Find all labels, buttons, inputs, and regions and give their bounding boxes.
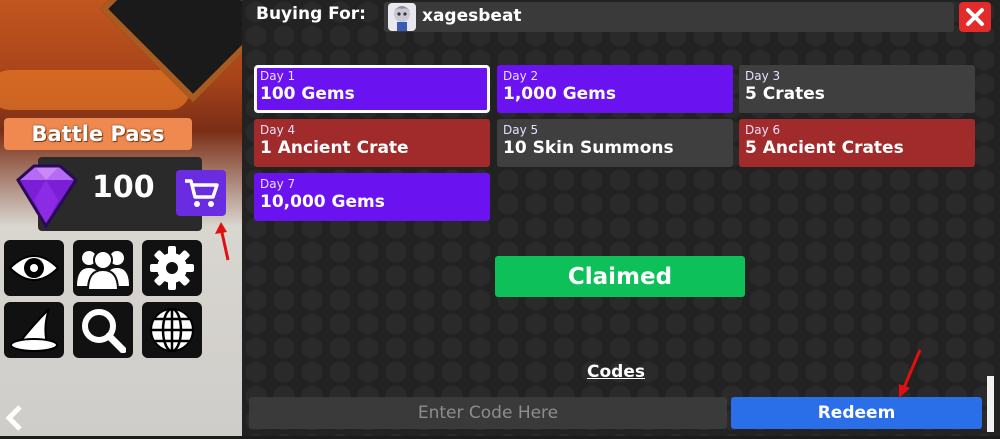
language-button[interactable]: [142, 302, 202, 358]
reward-day-1[interactable]: Day 1 100 Gems: [254, 65, 490, 113]
gear-icon: [150, 246, 194, 290]
reward-day-2[interactable]: Day 2 1,000 Gems: [497, 65, 733, 113]
view-button[interactable]: [4, 240, 64, 296]
avatar: [388, 3, 416, 31]
codes-title: Codes: [587, 362, 645, 382]
eye-icon: [8, 255, 60, 281]
cart-icon: [185, 179, 219, 207]
day-reward: 1 Ancient Crate: [260, 138, 409, 158]
chevron-left-icon: [5, 405, 22, 431]
search-button[interactable]: [73, 302, 133, 358]
day-label: Day 3: [745, 69, 781, 83]
wizard-hat-icon: [10, 308, 58, 352]
reward-day-5[interactable]: Day 5 10 Skin Summons: [497, 119, 733, 167]
settings-button[interactable]: [142, 240, 202, 296]
globe-icon: [150, 307, 194, 353]
close-button[interactable]: [959, 2, 991, 32]
day-reward: 100 Gems: [260, 84, 355, 104]
group-icon: [77, 250, 129, 290]
reward-day-3[interactable]: Day 3 5 Crates: [739, 65, 975, 113]
shop-button[interactable]: [176, 170, 226, 216]
gems-count: 100: [92, 170, 155, 205]
recipient-username: xagesbeat: [422, 6, 522, 26]
annotation-arrow: [899, 349, 922, 398]
annotation-arrow: [215, 222, 230, 261]
day-label: Day 7: [260, 177, 296, 191]
day-reward: 10 Skin Summons: [503, 138, 674, 158]
day-label: Day 4: [260, 123, 296, 137]
day-label: Day 1: [260, 69, 296, 83]
day-label: Day 5: [503, 123, 539, 137]
day-reward: 5 Ancient Crates: [745, 138, 904, 158]
day-label: Day 2: [503, 69, 539, 83]
redeem-button[interactable]: Redeem: [731, 397, 982, 429]
battle-pass-button[interactable]: Battle Pass: [4, 118, 192, 150]
world-decoration: [0, 70, 190, 110]
day-reward: 5 Crates: [745, 84, 825, 104]
day-reward: 10,000 Gems: [260, 192, 385, 212]
day-reward: 1,000 Gems: [503, 84, 617, 104]
reward-day-6[interactable]: Day 6 5 Ancient Crates: [739, 119, 975, 167]
buying-for-label: Buying For:: [256, 4, 366, 24]
claimed-button[interactable]: Claimed: [495, 256, 745, 297]
back-button[interactable]: [4, 404, 26, 439]
reward-day-7[interactable]: Day 7 10,000 Gems: [254, 173, 490, 221]
code-input[interactable]: [249, 397, 727, 429]
friends-button[interactable]: [73, 240, 133, 296]
magnifier-icon: [82, 309, 126, 353]
scrollbar-thumb[interactable]: [987, 376, 994, 432]
wizard-button[interactable]: [4, 302, 64, 358]
reward-day-4[interactable]: Day 4 1 Ancient Crate: [254, 119, 490, 167]
gem-icon: [16, 164, 78, 229]
close-icon: [966, 8, 984, 26]
day-label: Day 6: [745, 123, 781, 137]
